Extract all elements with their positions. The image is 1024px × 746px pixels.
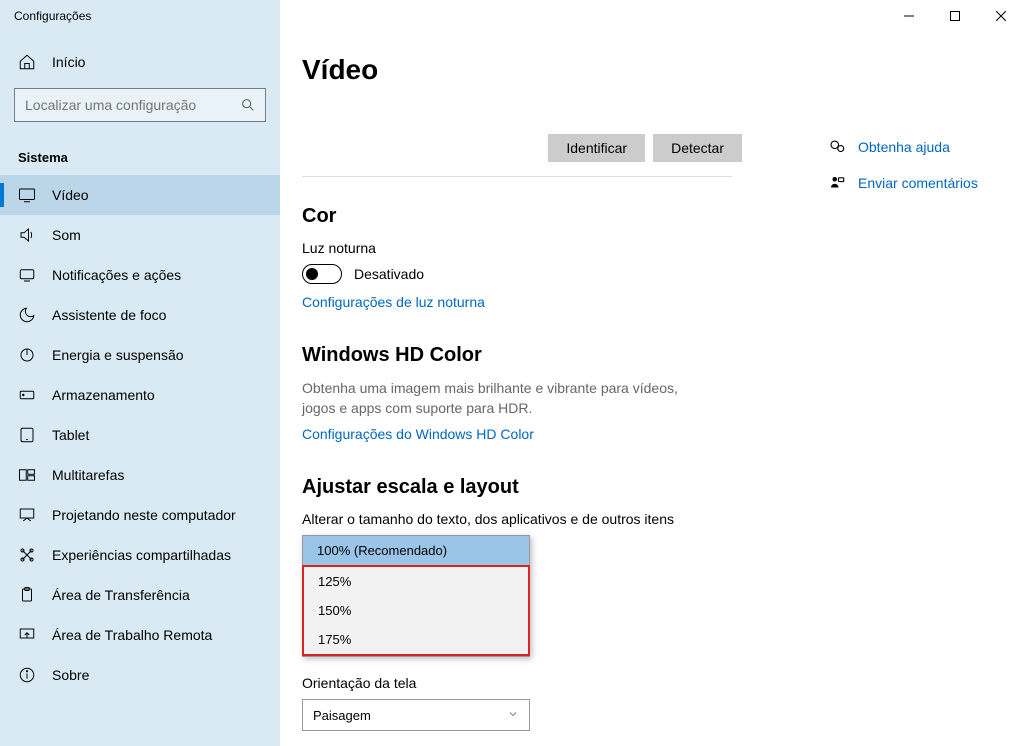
notifications-icon bbox=[18, 266, 36, 284]
sidebar-item-label: Vídeo bbox=[52, 187, 89, 203]
sidebar-item-about[interactable]: Sobre bbox=[0, 655, 280, 695]
sidebar-item-label: Sobre bbox=[52, 667, 89, 683]
night-light-state: Desativado bbox=[354, 266, 424, 282]
page-title: Vídeo bbox=[302, 54, 1024, 86]
display-icon bbox=[18, 186, 36, 204]
sidebar-item-projecting[interactable]: Projetando neste computador bbox=[0, 495, 280, 535]
scale-option-100[interactable]: 100% (Recomendado) bbox=[303, 536, 529, 565]
help-icon bbox=[828, 138, 846, 156]
sidebar-item-label: Experiências compartilhadas bbox=[52, 547, 231, 563]
shared-icon bbox=[18, 546, 36, 564]
sidebar-item-multitasking[interactable]: Multitarefas bbox=[0, 455, 280, 495]
chevron-down-icon bbox=[507, 708, 519, 723]
scale-dropdown[interactable]: 100% (Recomendado) 125% 150% 175% bbox=[302, 535, 530, 657]
scale-heading: Ajustar escala e layout bbox=[302, 476, 762, 499]
sidebar-item-focus-assist[interactable]: Assistente de foco bbox=[0, 295, 280, 335]
hdr-settings-link[interactable]: Configurações do Windows HD Color bbox=[302, 426, 534, 442]
sidebar-section-label: Sistema bbox=[0, 132, 280, 175]
night-light-label: Luz noturna bbox=[302, 240, 762, 256]
maximize-button[interactable] bbox=[932, 0, 978, 32]
sidebar-item-label: Assistente de foco bbox=[52, 307, 166, 323]
scale-option-125[interactable]: 125% bbox=[304, 567, 528, 596]
detect-button[interactable]: Detectar bbox=[653, 134, 742, 162]
sound-icon bbox=[18, 226, 36, 244]
window-title: Configurações bbox=[0, 9, 91, 23]
home-button[interactable]: Início bbox=[0, 42, 280, 82]
remote-icon bbox=[18, 626, 36, 644]
orientation-select[interactable]: Paisagem bbox=[302, 699, 530, 731]
sidebar-item-label: Tablet bbox=[52, 427, 89, 443]
get-help-link[interactable]: Obtenha ajuda bbox=[828, 138, 998, 156]
sidebar-item-notifications[interactable]: Notificações e ações bbox=[0, 255, 280, 295]
multitasking-icon bbox=[18, 466, 36, 484]
info-icon bbox=[18, 666, 36, 684]
moon-icon bbox=[18, 306, 36, 324]
orientation-value: Paisagem bbox=[313, 708, 371, 723]
sidebar-item-label: Projetando neste computador bbox=[52, 507, 236, 523]
feedback-icon bbox=[828, 174, 846, 192]
hdr-heading: Windows HD Color bbox=[302, 344, 762, 367]
home-label: Início bbox=[52, 54, 85, 70]
sidebar-item-label: Multitarefas bbox=[52, 467, 124, 483]
sidebar-item-video[interactable]: Vídeo bbox=[0, 175, 280, 215]
sidebar-item-label: Armazenamento bbox=[52, 387, 155, 403]
sidebar-item-label: Área de Transferência bbox=[52, 587, 190, 603]
color-heading: Cor bbox=[302, 205, 762, 228]
clipboard-icon bbox=[18, 586, 36, 604]
projecting-icon bbox=[18, 506, 36, 524]
sidebar-item-label: Área de Trabalho Remota bbox=[52, 627, 212, 643]
main-content: Vídeo Identificar Detectar Cor Luz notur… bbox=[280, 32, 1024, 746]
sidebar-item-shared-experiences[interactable]: Experiências compartilhadas bbox=[0, 535, 280, 575]
sidebar-item-clipboard[interactable]: Área de Transferência bbox=[0, 575, 280, 615]
sidebar-item-label: Notificações e ações bbox=[52, 267, 181, 283]
close-button[interactable] bbox=[978, 0, 1024, 32]
feedback-label: Enviar comentários bbox=[858, 175, 978, 191]
hdr-description: Obtenha uma imagem mais brilhante e vibr… bbox=[302, 379, 682, 418]
sidebar-item-remote-desktop[interactable]: Área de Trabalho Remota bbox=[0, 615, 280, 655]
search-field[interactable] bbox=[15, 97, 231, 113]
scale-size-label: Alterar o tamanho do texto, dos aplicati… bbox=[302, 511, 762, 527]
orientation-label: Orientação da tela bbox=[302, 675, 762, 691]
get-help-label: Obtenha ajuda bbox=[858, 139, 950, 155]
sidebar-item-label: Energia e suspensão bbox=[52, 347, 184, 363]
tablet-icon bbox=[18, 426, 36, 444]
divider bbox=[302, 176, 732, 177]
night-light-toggle[interactable] bbox=[302, 264, 342, 284]
power-icon bbox=[18, 346, 36, 364]
scale-option-175[interactable]: 175% bbox=[304, 625, 528, 654]
search-input[interactable] bbox=[14, 88, 266, 122]
feedback-link[interactable]: Enviar comentários bbox=[828, 174, 998, 192]
storage-icon bbox=[18, 386, 36, 404]
scale-option-150[interactable]: 150% bbox=[304, 596, 528, 625]
sidebar: Início Sistema Vídeo Som Notificações e … bbox=[0, 32, 280, 746]
sidebar-item-label: Som bbox=[52, 227, 81, 243]
sidebar-item-power[interactable]: Energia e suspensão bbox=[0, 335, 280, 375]
home-icon bbox=[18, 53, 36, 71]
sidebar-item-sound[interactable]: Som bbox=[0, 215, 280, 255]
sidebar-item-tablet[interactable]: Tablet bbox=[0, 415, 280, 455]
identify-button[interactable]: Identificar bbox=[548, 134, 645, 162]
night-light-settings-link[interactable]: Configurações de luz noturna bbox=[302, 294, 485, 310]
sidebar-item-storage[interactable]: Armazenamento bbox=[0, 375, 280, 415]
search-icon bbox=[231, 97, 265, 113]
minimize-button[interactable] bbox=[886, 0, 932, 32]
